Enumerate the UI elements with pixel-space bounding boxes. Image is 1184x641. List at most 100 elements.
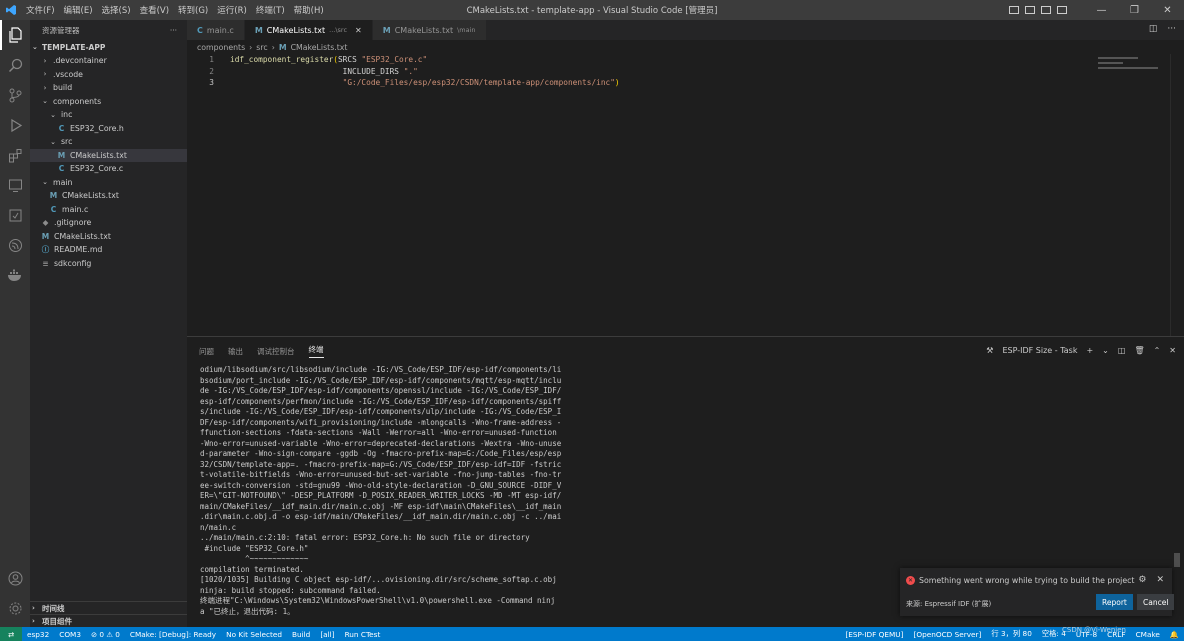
breadcrumb-item[interactable]: src [256, 43, 267, 52]
panel-tab[interactable]: 输出 [228, 346, 243, 357]
tree-file[interactable]: MCMakeLists.txt [30, 149, 187, 163]
status-item[interactable]: Build [287, 630, 315, 639]
explorer-icon[interactable] [0, 20, 30, 50]
timeline-section[interactable]: › 时间线 [30, 601, 187, 614]
menu-item[interactable]: 查看(V) [140, 4, 169, 16]
minimize-button[interactable]: — [1085, 5, 1118, 16]
panel-tab[interactable]: 终端 [309, 344, 324, 358]
status-item[interactable]: CMake: [Debug]: Ready [125, 630, 221, 639]
c-file-icon: C [56, 164, 67, 173]
tree-folder[interactable]: ›build [30, 81, 187, 95]
project-components-section[interactable]: › 项目组件 [30, 614, 187, 627]
tree-folder[interactable]: ⌄main [30, 176, 187, 190]
source-control-icon[interactable] [0, 80, 30, 110]
settings-gear-icon[interactable] [0, 593, 30, 623]
panel-tab[interactable]: 问题 [199, 346, 214, 357]
breadcrumb-item[interactable]: components [197, 43, 245, 52]
tree-file[interactable]: MCMakeLists.txt [30, 189, 187, 203]
run-debug-icon[interactable] [0, 110, 30, 140]
chevron-right-icon: › [40, 70, 50, 78]
code-line[interactable]: 3 "G:/Code_Files/esp/esp32/CSDN/template… [187, 77, 1184, 89]
menu-item[interactable]: 转到(G) [178, 4, 208, 16]
terminal-output[interactable]: odium/libsodium/src/libsodium/include -I… [200, 365, 550, 617]
customize-layout-icon[interactable] [1057, 6, 1067, 14]
tree-item-label: CMakeLists.txt [70, 151, 127, 160]
terminal-task-selector[interactable]: ESP-IDF Size - Task [1002, 346, 1077, 355]
line-number: 3 [187, 78, 230, 87]
minimap[interactable] [1098, 54, 1170, 84]
split-editor-icon[interactable]: ◫ [1149, 24, 1158, 34]
editor-tab[interactable]: Cmain.c [187, 20, 245, 40]
menu-item[interactable]: 编辑(E) [64, 4, 93, 16]
chevron-down-icon[interactable]: ⌄ [1102, 346, 1109, 355]
close-button[interactable]: ✕ [1151, 5, 1184, 16]
toggle-secondary-sidebar-icon[interactable] [1041, 6, 1051, 14]
status-item[interactable]: COM3 [54, 630, 86, 639]
panel-tab[interactable]: 调试控制台 [257, 346, 295, 357]
tree-file[interactable]: CESP32_Core.c [30, 162, 187, 176]
menu-item[interactable]: 帮助(H) [294, 4, 324, 16]
editor-tab[interactable]: MCMakeLists.txt\main [373, 20, 487, 40]
espressif-icon[interactable] [0, 230, 30, 260]
maximize-panel-icon[interactable]: ⌃ [1154, 346, 1161, 355]
kill-terminal-icon[interactable]: 🗑 [1134, 346, 1144, 355]
close-panel-icon[interactable]: ✕ [1169, 346, 1176, 355]
tree-file[interactable]: CESP32_Core.h [30, 122, 187, 136]
tree-folder[interactable]: ›.devcontainer [30, 54, 187, 68]
extensions-icon[interactable] [0, 140, 30, 170]
cancel-button[interactable]: Cancel [1137, 594, 1174, 610]
remote-indicator-icon[interactable]: ⇄ [0, 627, 22, 641]
code-editor[interactable]: 1idf_component_register(SRCS "ESP32_Core… [187, 54, 1184, 336]
tree-folder[interactable]: ›.vscode [30, 68, 187, 82]
editor-scrollbar[interactable] [1170, 54, 1184, 336]
terminal-scrollbar[interactable] [1174, 553, 1180, 567]
error-icon: ✕ [906, 576, 915, 585]
menu-item[interactable]: 文件(F) [26, 4, 55, 16]
status-item[interactable]: [OpenOCD Server] [908, 630, 986, 639]
menu-item[interactable]: 运行(R) [217, 4, 247, 16]
more-actions-icon[interactable]: ··· [170, 26, 177, 35]
tree-file[interactable]: ◆.gitignore [30, 216, 187, 230]
settings-gear-icon[interactable]: ⚙ [1138, 575, 1146, 585]
remote-explorer-icon[interactable] [0, 170, 30, 200]
editor-tab[interactable]: MCMakeLists.txt...\src✕ [245, 20, 373, 40]
tree-file[interactable]: Cmain.c [30, 203, 187, 217]
status-item[interactable]: No Kit Selected [221, 630, 287, 639]
split-terminal-icon[interactable]: ◫ [1118, 346, 1126, 355]
notifications-bell-icon[interactable]: 🔔 [1165, 630, 1184, 639]
search-icon[interactable] [0, 50, 30, 80]
toggle-sidebar-icon[interactable] [1009, 6, 1019, 14]
status-item[interactable]: 行 3，列 80 [986, 629, 1036, 639]
tree-file[interactable]: MCMakeLists.txt [30, 230, 187, 244]
cmake-file-icon: M [48, 191, 59, 200]
testing-icon[interactable] [0, 200, 30, 230]
workspace-header[interactable]: ⌄ TEMPLATE-APP [30, 40, 187, 54]
report-button[interactable]: Report [1096, 594, 1133, 610]
breadcrumb-item[interactable]: CMakeLists.txt [291, 43, 348, 52]
menu-item[interactable]: 选择(S) [102, 4, 131, 16]
toggle-panel-icon[interactable] [1025, 6, 1035, 14]
tree-folder[interactable]: ⌄components [30, 95, 187, 109]
status-item[interactable]: [ESP-IDF QEMU] [840, 630, 908, 639]
tree-folder[interactable]: ⌄inc [30, 108, 187, 122]
tree-folder[interactable]: ⌄src [30, 135, 187, 149]
code-line[interactable]: 1idf_component_register(SRCS "ESP32_Core… [187, 54, 1184, 66]
close-icon[interactable]: ✕ [1156, 575, 1164, 585]
new-terminal-icon[interactable]: + [1086, 346, 1093, 355]
status-item[interactable]: esp32 [22, 630, 54, 639]
code-line[interactable]: 2 INCLUDE_DIRS "." [187, 66, 1184, 78]
status-item[interactable]: [all] [315, 630, 339, 639]
status-item[interactable]: CMake [1131, 630, 1165, 639]
docker-icon[interactable] [0, 260, 30, 290]
account-icon[interactable] [0, 563, 30, 593]
status-item[interactable]: ⊘ 0 ⚠ 0 [86, 630, 125, 639]
close-tab-icon[interactable]: ✕ [355, 26, 362, 35]
tree-file[interactable]: ≡sdkconfig [30, 257, 187, 271]
more-actions-icon[interactable]: ··· [1167, 24, 1176, 34]
menu-item[interactable]: 终端(T) [256, 4, 285, 16]
cmake-file-icon: M [279, 43, 287, 52]
tree-file[interactable]: ⓘREADME.md [30, 243, 187, 257]
line-number: 2 [187, 67, 230, 76]
status-item[interactable]: Run CTest [340, 630, 386, 639]
restore-button[interactable]: ❐ [1118, 5, 1151, 16]
